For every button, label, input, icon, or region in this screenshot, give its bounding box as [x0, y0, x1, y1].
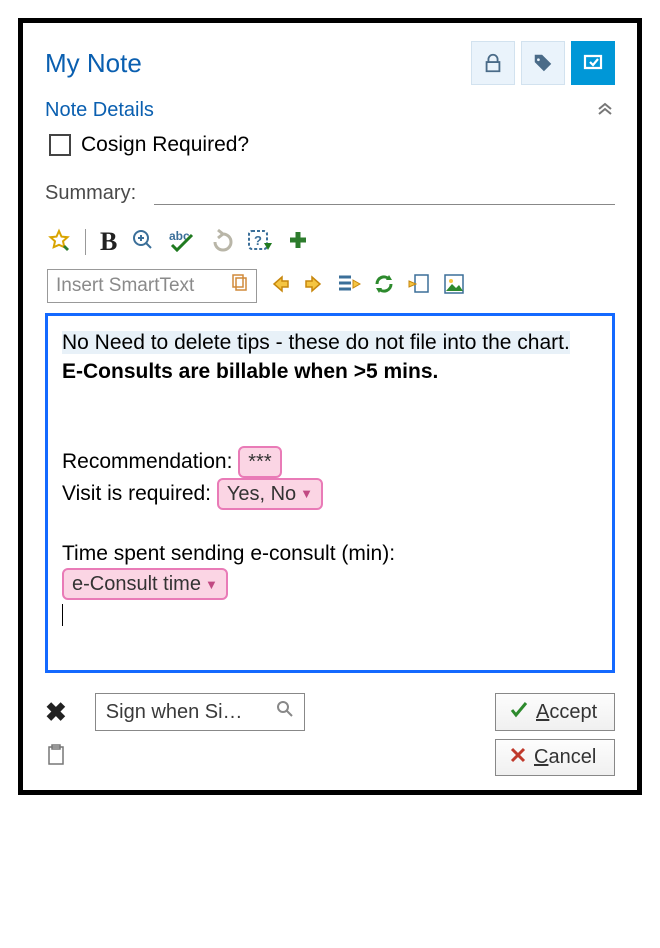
lock-icon: [482, 52, 504, 74]
summary-label: Summary:: [45, 182, 136, 205]
plus-icon: [287, 238, 309, 255]
chevron-down-icon: ▼: [300, 486, 313, 501]
spellcheck-button[interactable]: abc: [169, 228, 195, 257]
accept-button[interactable]: Accept: [495, 693, 615, 731]
check-icon: [510, 700, 528, 724]
next-field-button[interactable]: [303, 273, 325, 300]
chevron-down-icon: ▼: [205, 577, 218, 592]
tip-text: No Need to delete tips - these do not fi…: [62, 331, 570, 354]
cosign-label: Cosign Required?: [81, 133, 249, 157]
undo-icon: [209, 239, 233, 256]
note-editor[interactable]: No Need to delete tips - these do not fi…: [45, 313, 615, 673]
smarttext-toolbar: Insert SmartText: [45, 267, 615, 313]
copy-icon: [230, 274, 248, 298]
cosign-checkbox[interactable]: [49, 134, 71, 156]
search-icon: [276, 700, 294, 724]
star-icon: [47, 239, 71, 256]
share-button[interactable]: [571, 41, 615, 85]
footer-buttons: Accept Cancel: [495, 693, 615, 776]
smartlink-button[interactable]: ?: [247, 228, 273, 257]
tag-icon: [532, 52, 554, 74]
share-icon: [581, 52, 605, 74]
image-icon: [443, 282, 465, 299]
insert-image-button[interactable]: [443, 273, 465, 300]
insert-file-button[interactable]: [407, 273, 431, 300]
list-arrow-icon: [337, 282, 361, 299]
details-title: Note Details: [45, 99, 154, 122]
arrow-left-icon: [269, 282, 291, 299]
sign-search[interactable]: Sign when Si…: [95, 693, 305, 731]
footer: ✖ Sign when Si… Accept: [45, 693, 615, 776]
smarttext-input[interactable]: Insert SmartText: [47, 269, 257, 303]
summary-row: Summary:: [45, 179, 615, 205]
cancel-icon: [510, 746, 526, 769]
bold-button[interactable]: B: [100, 227, 117, 257]
visit-required-label: Visit is required:: [62, 482, 211, 505]
panel-title: My Note: [45, 48, 142, 79]
zoom-button[interactable]: [131, 228, 155, 257]
list-button[interactable]: [337, 273, 361, 300]
clipboard-icon: [46, 746, 66, 771]
undo-button[interactable]: [209, 228, 233, 257]
sign-placeholder: Sign when Si…: [106, 701, 243, 724]
refresh-icon: [373, 282, 395, 299]
arrow-right-icon: [303, 282, 325, 299]
chevron-double-up-icon: [595, 100, 615, 122]
cosign-row: Cosign Required?: [49, 133, 615, 157]
favorite-button[interactable]: [47, 228, 71, 257]
prev-field-button[interactable]: [269, 273, 291, 300]
refresh-button[interactable]: [373, 273, 395, 300]
recommendation-label: Recommendation:: [62, 450, 232, 473]
add-button[interactable]: [287, 229, 309, 256]
note-panel: My Note Note Details: [18, 18, 642, 795]
close-button[interactable]: ✖: [45, 697, 67, 728]
recommendation-field[interactable]: ***: [238, 446, 281, 478]
collapse-button[interactable]: [595, 97, 615, 123]
toolbar-divider: [85, 229, 86, 255]
magnifier-plus-icon: [131, 239, 155, 256]
lock-button[interactable]: [471, 41, 515, 85]
bold-icon: B: [100, 227, 117, 256]
header-actions: [471, 41, 615, 85]
insert-file-icon: [407, 282, 431, 299]
text-cursor: [62, 604, 63, 626]
visit-required-field[interactable]: Yes, No▼: [217, 478, 323, 510]
billable-text: E-Consults are billable when >5 mins.: [62, 360, 438, 383]
cancel-button[interactable]: Cancel: [495, 739, 615, 776]
header-row: My Note: [45, 41, 615, 85]
svg-text:?: ?: [254, 233, 262, 248]
tag-button[interactable]: [521, 41, 565, 85]
smarttext-placeholder: Insert SmartText: [56, 275, 194, 297]
details-row: Note Details: [45, 97, 615, 123]
smartlink-icon: ?: [247, 239, 273, 256]
time-spent-label: Time spent sending e-consult (min):: [62, 542, 395, 565]
summary-input[interactable]: [154, 179, 615, 205]
spellcheck-icon: abc: [169, 239, 195, 256]
clipboard-button[interactable]: [46, 744, 66, 772]
time-spent-field[interactable]: e-Consult time▼: [62, 568, 228, 600]
format-toolbar: B abc ?: [45, 223, 615, 261]
close-icon: ✖: [45, 697, 67, 727]
